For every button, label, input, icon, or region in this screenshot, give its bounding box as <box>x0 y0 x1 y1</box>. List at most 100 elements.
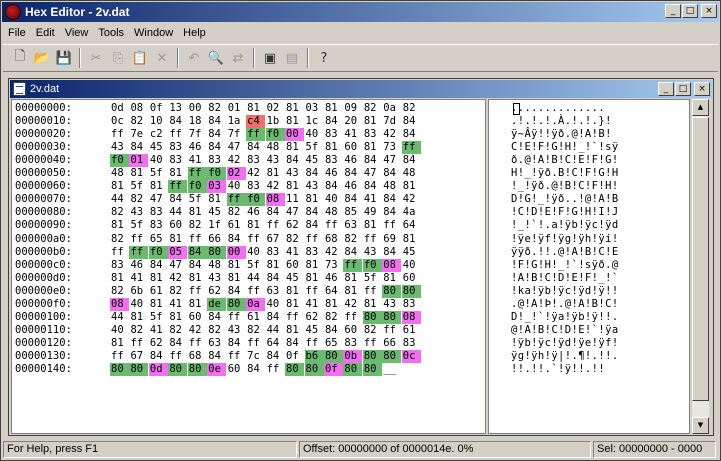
hex-byte[interactable]: 47 <box>227 141 246 154</box>
hex-byte[interactable]: ff <box>305 233 324 246</box>
hex-byte[interactable]: 84 <box>207 350 226 363</box>
hex-byte[interactable]: 84 <box>343 193 362 206</box>
hex-byte[interactable]: 84 <box>168 337 187 350</box>
hex-byte[interactable]: 60 <box>227 363 246 376</box>
hex-byte[interactable]: 61 <box>402 324 421 337</box>
ascii-pane[interactable]: .............. .!.!.!.À.!.!.}! ÿ~Âÿ!!ÿð.@!… <box>488 99 690 434</box>
hex-byte[interactable]: 82 <box>129 115 148 128</box>
hex-byte[interactable]: 41 <box>363 193 382 206</box>
hex-byte[interactable]: 81 <box>129 311 148 324</box>
hex-byte[interactable]: ff <box>227 350 246 363</box>
hex-byte[interactable]: 45 <box>149 141 168 154</box>
hex-byte[interactable]: 60 <box>402 272 421 285</box>
hex-byte[interactable]: 82 <box>168 285 187 298</box>
help-icon[interactable]: ? <box>313 47 335 69</box>
hex-byte[interactable]: 7e <box>129 128 148 141</box>
hex-byte[interactable]: 0a <box>382 102 401 115</box>
hex-byte[interactable]: ff <box>285 311 304 324</box>
hex-byte[interactable]: ff <box>227 311 246 324</box>
hex-byte[interactable]: 84 <box>266 311 285 324</box>
hex-byte[interactable]: 84 <box>227 233 246 246</box>
hex-byte[interactable]: 81 <box>324 141 343 154</box>
hex-byte[interactable]: 84 <box>207 311 226 324</box>
hex-byte[interactable]: 80 <box>110 363 129 376</box>
hex-byte[interactable]: 62 <box>305 311 324 324</box>
hex-byte[interactable]: 47 <box>149 193 168 206</box>
hex-byte[interactable]: 00 <box>285 128 305 142</box>
ascii-row[interactable]: !ÿe!ÿf!ÿg!ÿh!ÿi! <box>511 233 619 246</box>
hex-byte[interactable]: 43 <box>266 154 285 167</box>
hex-byte[interactable]: 80 <box>129 363 149 376</box>
minimize-button[interactable]: _ <box>665 4 681 18</box>
hex-byte[interactable]: 5f <box>188 193 207 206</box>
hex-byte[interactable]: ff <box>246 337 265 350</box>
hex-byte[interactable]: ff <box>382 324 401 337</box>
hex-byte[interactable]: 5f <box>129 180 148 193</box>
hex-byte[interactable]: 84 <box>188 259 207 272</box>
hex-byte[interactable]: 46 <box>324 167 343 180</box>
hex-byte[interactable]: 61 <box>246 311 265 324</box>
hex-byte[interactable]: 08 <box>265 193 285 207</box>
maximize-button[interactable]: □ <box>682 4 698 18</box>
hex-byte[interactable]: 82 <box>207 324 226 337</box>
hex-byte[interactable]: 84 <box>343 167 362 180</box>
hex-byte[interactable]: ff <box>110 350 129 363</box>
hex-byte[interactable]: 42 <box>402 193 421 206</box>
document-maximize-button[interactable]: □ <box>675 82 691 96</box>
hex-byte[interactable]: 73 <box>324 259 343 272</box>
hex-byte[interactable]: ff <box>363 285 382 298</box>
hex-byte[interactable]: 02 <box>266 102 285 115</box>
hex-byte[interactable]: 84 <box>187 245 207 259</box>
hex-byte[interactable]: 81 <box>110 219 129 232</box>
hex-byte[interactable]: 40 <box>227 180 246 193</box>
hex-byte[interactable]: 0d <box>148 363 168 376</box>
hex-byte[interactable]: ff <box>305 285 324 298</box>
cut-icon[interactable]: ✂ <box>85 47 107 69</box>
ascii-row[interactable]: ÿg!ÿh!ÿ|!.¶!.!!. <box>511 350 619 363</box>
hex-byte[interactable]: 84 <box>363 154 382 167</box>
hex-byte[interactable]: 45 <box>285 272 304 285</box>
hex-byte[interactable]: 84 <box>285 154 304 167</box>
hex-byte[interactable]: 81 <box>285 298 304 311</box>
hex-byte[interactable]: 82 <box>129 193 148 206</box>
hex-byte[interactable]: 20 <box>343 115 362 128</box>
hex-byte[interactable]: 43 <box>207 272 226 285</box>
document-minimize-button[interactable]: _ <box>658 82 674 96</box>
ascii-row[interactable]: C!E!F!G!H!_!`!sÿ <box>511 141 619 154</box>
hex-byte[interactable]: 82 <box>324 311 343 324</box>
ascii-row[interactable]: !F!G!H!_!`!sÿð.@ <box>511 259 619 272</box>
scroll-up-icon[interactable]: ▲ <box>692 99 709 116</box>
hex-byte[interactable]: 80 <box>187 363 207 376</box>
hex-byte[interactable]: ff <box>188 285 207 298</box>
hex-byte[interactable]: 81 <box>168 167 187 180</box>
ascii-row[interactable]: ð.@!A!B!C!E!F!G! <box>511 154 619 167</box>
hex-byte[interactable]: 84 <box>227 285 246 298</box>
hex-byte[interactable]: 62 <box>207 285 226 298</box>
hex-byte[interactable]: 83 <box>110 259 129 272</box>
vertical-scrollbar[interactable]: ▲ ▼ <box>692 99 709 434</box>
hex-byte[interactable]: 01 <box>227 102 246 115</box>
ascii-row[interactable]: D!_!`!ÿa!ÿb!ÿ!!. <box>511 311 619 324</box>
ascii-row[interactable]: !!.!!.`!ÿ!!.!! <box>511 363 605 376</box>
hex-byte[interactable]: 09 <box>343 102 362 115</box>
hex-byte[interactable]: 40 <box>129 298 148 311</box>
hex-byte[interactable]: ff <box>187 167 207 181</box>
hex-byte[interactable]: 84 <box>246 363 265 376</box>
hex-byte[interactable]: f0 <box>148 245 168 259</box>
hex-byte[interactable]: 81 <box>363 141 382 154</box>
hex-byte[interactable]: 81 <box>149 298 168 311</box>
hex-byte[interactable]: 82 <box>110 206 129 219</box>
ascii-row[interactable]: !_!ÿð.@!B!C!F!H! <box>511 180 619 193</box>
hex-byte[interactable]: 81 <box>149 272 168 285</box>
hex-byte[interactable]: 7d <box>382 115 401 128</box>
hex-byte[interactable]: 65 <box>149 233 168 246</box>
hex-pane[interactable]: 00000000: 0d 08 0f 13 00 82 01 81 02 81 03 81 09 82 0a 8… <box>11 99 486 434</box>
document-close-button[interactable]: × <box>694 82 710 96</box>
hex-byte[interactable]: 81 <box>382 272 401 285</box>
hex-byte[interactable]: 48 <box>382 180 401 193</box>
hex-byte[interactable]: 0c <box>401 349 421 363</box>
hex-byte[interactable]: 48 <box>207 259 226 272</box>
hex-byte[interactable]: 03 <box>207 180 227 194</box>
ascii-row[interactable]: !C!D!E!F!G!H!I!J <box>511 206 619 219</box>
hex-byte[interactable]: 84 <box>324 180 343 193</box>
